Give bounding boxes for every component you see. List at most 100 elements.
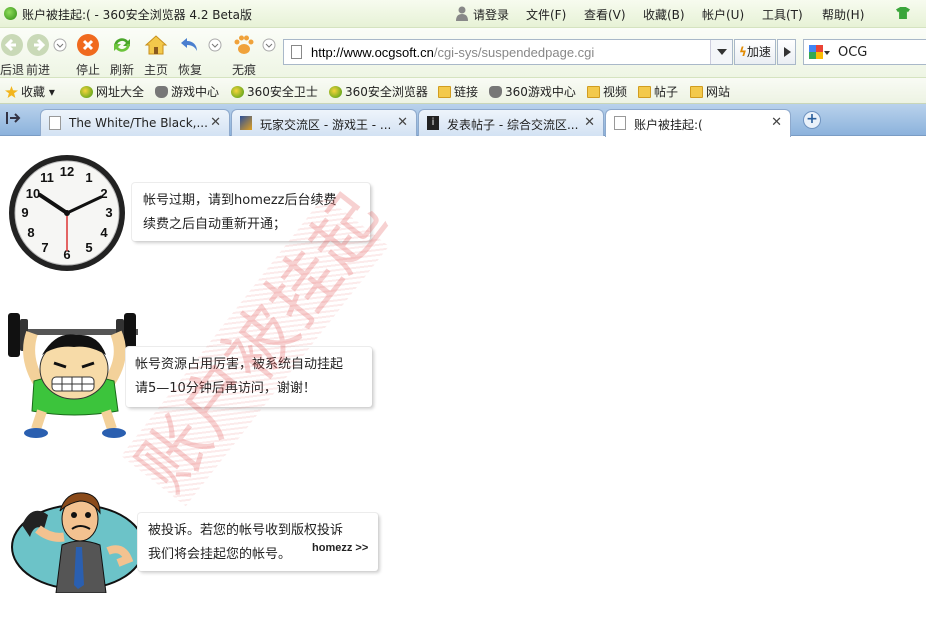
svg-text:2: 2 <box>100 186 107 201</box>
tab[interactable]: 玩家交流区 - 游戏王 - ... ✕ <box>231 109 417 136</box>
folder-icon <box>638 86 651 98</box>
fav-item[interactable]: 游戏中心 <box>155 83 219 100</box>
tab-title: 发表帖子 - 综合交流区... <box>447 118 579 132</box>
menu-favorites[interactable]: 收藏(B) <box>643 6 685 23</box>
search-input[interactable]: OCG <box>838 45 867 60</box>
fav-item-label: 网站 <box>706 85 731 99</box>
go-button[interactable] <box>777 39 796 65</box>
svg-text:7: 7 <box>41 240 48 255</box>
svg-text:9: 9 <box>21 205 28 220</box>
lightning-icon: ϟ <box>739 45 747 59</box>
address-url[interactable]: http://www.ocgsoft.cn/cgi-sys/suspendedp… <box>311 45 594 60</box>
menu-view[interactable]: 查看(V) <box>584 6 626 23</box>
search-box[interactable]: OCG <box>803 39 926 65</box>
home-button[interactable]: 主页 <box>142 28 170 78</box>
close-tab-icon[interactable]: ✕ <box>210 115 221 130</box>
search-engine-icon[interactable] <box>809 45 823 59</box>
favorites-menu[interactable]: 收藏 ▾ <box>5 83 55 100</box>
history-dropdown-icon[interactable] <box>53 38 67 52</box>
address-bar[interactable]: http://www.ocgsoft.cn/cgi-sys/suspendedp… <box>283 39 733 65</box>
menu-account[interactable]: 帐户(U) <box>702 6 744 23</box>
url-domain: http://www.ocgsoft.cn <box>311 45 434 60</box>
tab[interactable]: The White/The Black,... ✕ <box>40 109 230 136</box>
fav-item[interactable]: 360游戏中心 <box>489 83 576 100</box>
new-tab-button[interactable]: + <box>803 111 821 129</box>
fav-item[interactable]: 链接 <box>438 83 478 100</box>
site-icon <box>329 86 342 98</box>
user-icon[interactable] <box>455 5 469 21</box>
close-tab-icon[interactable]: ✕ <box>584 115 595 130</box>
back-button[interactable]: 后退 <box>0 28 24 78</box>
fav-item-label: 链接 <box>454 85 479 99</box>
favorites-menu-label: 收藏 <box>21 85 46 99</box>
menu-tools[interactable]: 工具(T) <box>762 6 803 23</box>
forward-button[interactable]: 前进 <box>26 28 52 78</box>
speed-button[interactable]: ϟ加速 <box>734 39 776 65</box>
folder-icon <box>438 86 451 98</box>
search-engine-dropdown-icon[interactable] <box>824 51 830 58</box>
fav-item-label: 视频 <box>603 85 628 99</box>
private-label: 无痕 <box>232 63 257 77</box>
restore-dropdown-icon[interactable] <box>208 38 222 52</box>
restore-label: 恢复 <box>178 63 203 77</box>
site-icon <box>80 86 93 98</box>
svg-text:12: 12 <box>60 164 74 179</box>
tab-bar: The White/The Black,... ✕ 玩家交流区 - 游戏王 - … <box>0 104 926 137</box>
fav-item[interactable]: 网址大全 <box>80 83 144 100</box>
refresh-button[interactable]: 刷新 <box>108 28 136 78</box>
svg-text:11: 11 <box>40 170 54 185</box>
skin-shirt-icon[interactable] <box>896 7 910 19</box>
angry-phone-man-icon <box>11 492 145 593</box>
private-mode-button[interactable]: 无痕 <box>230 28 258 78</box>
homezz-link[interactable]: homezz >> <box>312 542 368 554</box>
svg-text:1: 1 <box>85 170 92 185</box>
fav-item[interactable]: 网站 <box>690 83 730 100</box>
tab-active[interactable]: 账户被挂起:( ✕ <box>605 109 791 137</box>
fav-item[interactable]: 视频 <box>587 83 627 100</box>
fav-item-label: 360游戏中心 <box>505 85 576 99</box>
favorites-bar: 收藏 ▾ 网址大全 游戏中心 360安全卫士 360安全浏览器 链接 360游戏… <box>0 78 926 104</box>
svg-text:10: 10 <box>26 186 40 201</box>
page-icon <box>49 116 61 130</box>
address-dropdown-button[interactable] <box>710 40 732 64</box>
tab[interactable]: i 发表帖子 - 综合交流区... ✕ <box>418 109 604 136</box>
refresh-label: 刷新 <box>110 63 135 77</box>
tab-title: 玩家交流区 - 游戏王 - ... <box>260 118 392 132</box>
menu-file[interactable]: 文件(F) <box>526 6 566 23</box>
stop-icon <box>77 34 99 56</box>
svg-text:4: 4 <box>100 225 108 240</box>
gamepad-icon <box>489 86 502 98</box>
fav-item-label: 360安全浏览器 <box>345 85 428 99</box>
svg-text:8: 8 <box>27 225 34 240</box>
refresh-icon <box>114 38 130 52</box>
restore-button[interactable]: 恢复 <box>176 28 204 78</box>
fav-item-label: 360安全卫士 <box>247 85 318 99</box>
browser-logo-icon <box>4 7 17 20</box>
tab-title: 账户被挂起:( <box>634 118 703 132</box>
back-arrow-icon <box>1 34 23 56</box>
svg-text:5: 5 <box>85 240 92 255</box>
fav-item-label: 游戏中心 <box>171 85 220 99</box>
site-icon <box>231 86 244 98</box>
undo-icon <box>181 38 197 51</box>
title-bar: 账户被挂起:( - 360安全浏览器 4.2 Beta版 请登录 文件(F) 查… <box>0 0 926 28</box>
fav-item-label: 帖子 <box>654 85 679 99</box>
message-line: 被投诉。若您的帐号收到版权投诉 <box>148 523 344 538</box>
close-tab-icon[interactable]: ✕ <box>771 115 782 130</box>
close-tab-icon[interactable]: ✕ <box>397 115 408 130</box>
private-dropdown-icon[interactable] <box>262 38 276 52</box>
fav-item[interactable]: 360安全浏览器 <box>329 83 428 100</box>
url-path: /cgi-sys/suspendedpage.cgi <box>433 45 595 60</box>
fav-item[interactable]: 帖子 <box>638 83 678 100</box>
speed-label: 加速 <box>746 45 771 59</box>
menu-help[interactable]: 帮助(H) <box>822 6 864 23</box>
page-icon <box>291 45 302 59</box>
clock-icon: 12 12 345 678 91011 <box>9 155 125 271</box>
fav-item[interactable]: 360安全卫士 <box>231 83 318 100</box>
forward-label: 前进 <box>26 63 51 77</box>
login-link[interactable]: 请登录 <box>473 6 509 23</box>
stop-button[interactable]: 停止 <box>74 28 102 78</box>
stop-label: 停止 <box>76 63 101 77</box>
home-icon <box>144 35 168 55</box>
sidebar-toggle-icon[interactable] <box>6 111 22 125</box>
